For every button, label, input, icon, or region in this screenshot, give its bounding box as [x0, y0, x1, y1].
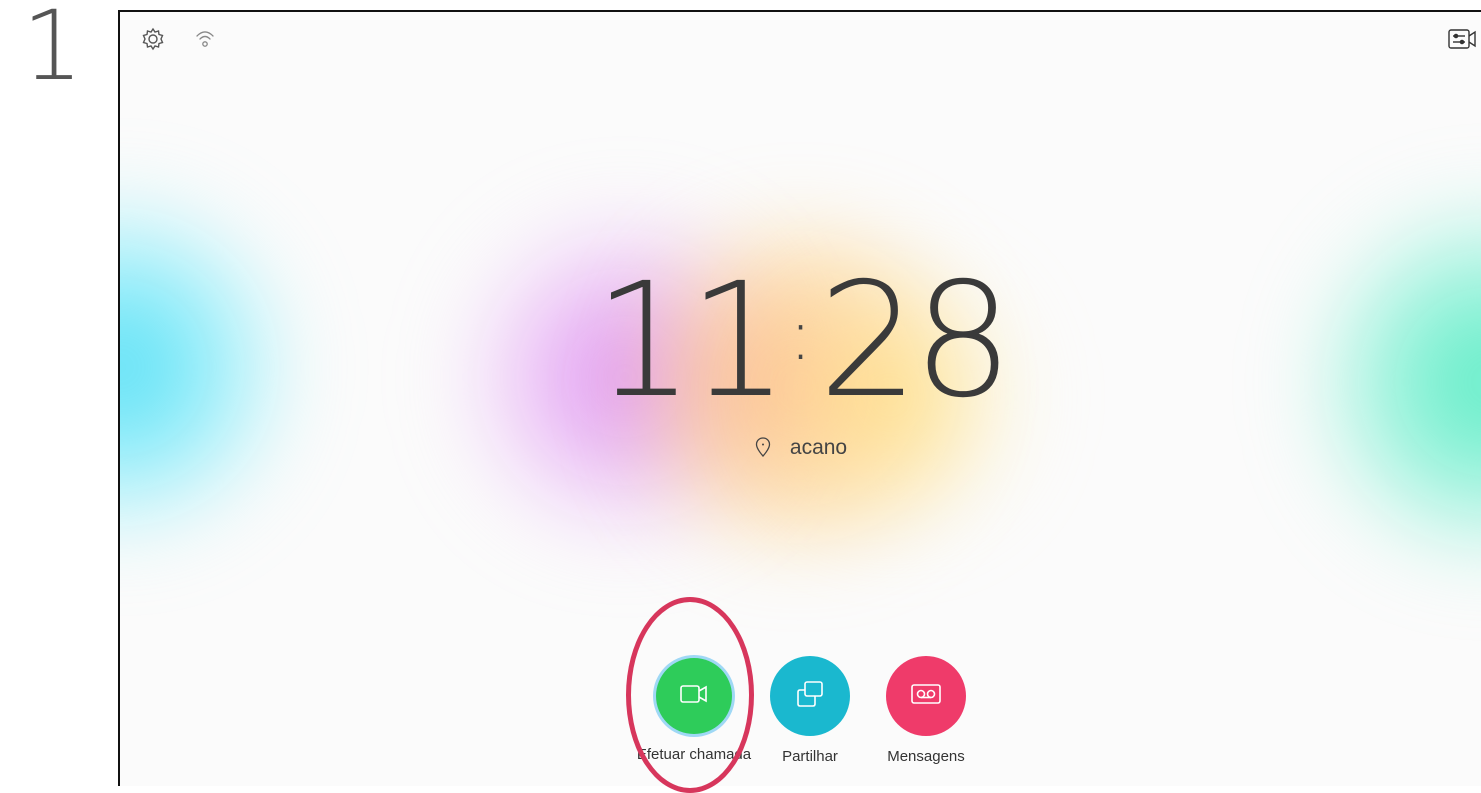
clock-colon: : [788, 294, 813, 376]
messages-label: Mensagens [887, 748, 965, 765]
camera-control-icon[interactable] [1447, 26, 1479, 52]
messages-action[interactable]: Mensagens [856, 656, 996, 765]
share-screen-icon [795, 680, 825, 713]
highlight-circle [626, 597, 754, 793]
clock-hours: 11 [593, 249, 789, 433]
wifi-icon[interactable] [192, 26, 218, 52]
location-pin-icon [754, 436, 772, 458]
voicemail-icon [910, 683, 942, 710]
clock-minutes: 28 [818, 249, 1013, 433]
clock-display: 11:28 [120, 262, 1481, 420]
location-name: acano [789, 436, 848, 459]
share-button[interactable] [770, 656, 850, 736]
messages-button[interactable] [886, 656, 966, 736]
settings-gear-icon[interactable] [140, 26, 166, 52]
touch-panel-home-screen: 11:28 acano Efetuar chamada Partilhar Me… [118, 10, 1481, 786]
step-number: 1 [22, 0, 84, 102]
location-label: acano [120, 436, 1481, 460]
